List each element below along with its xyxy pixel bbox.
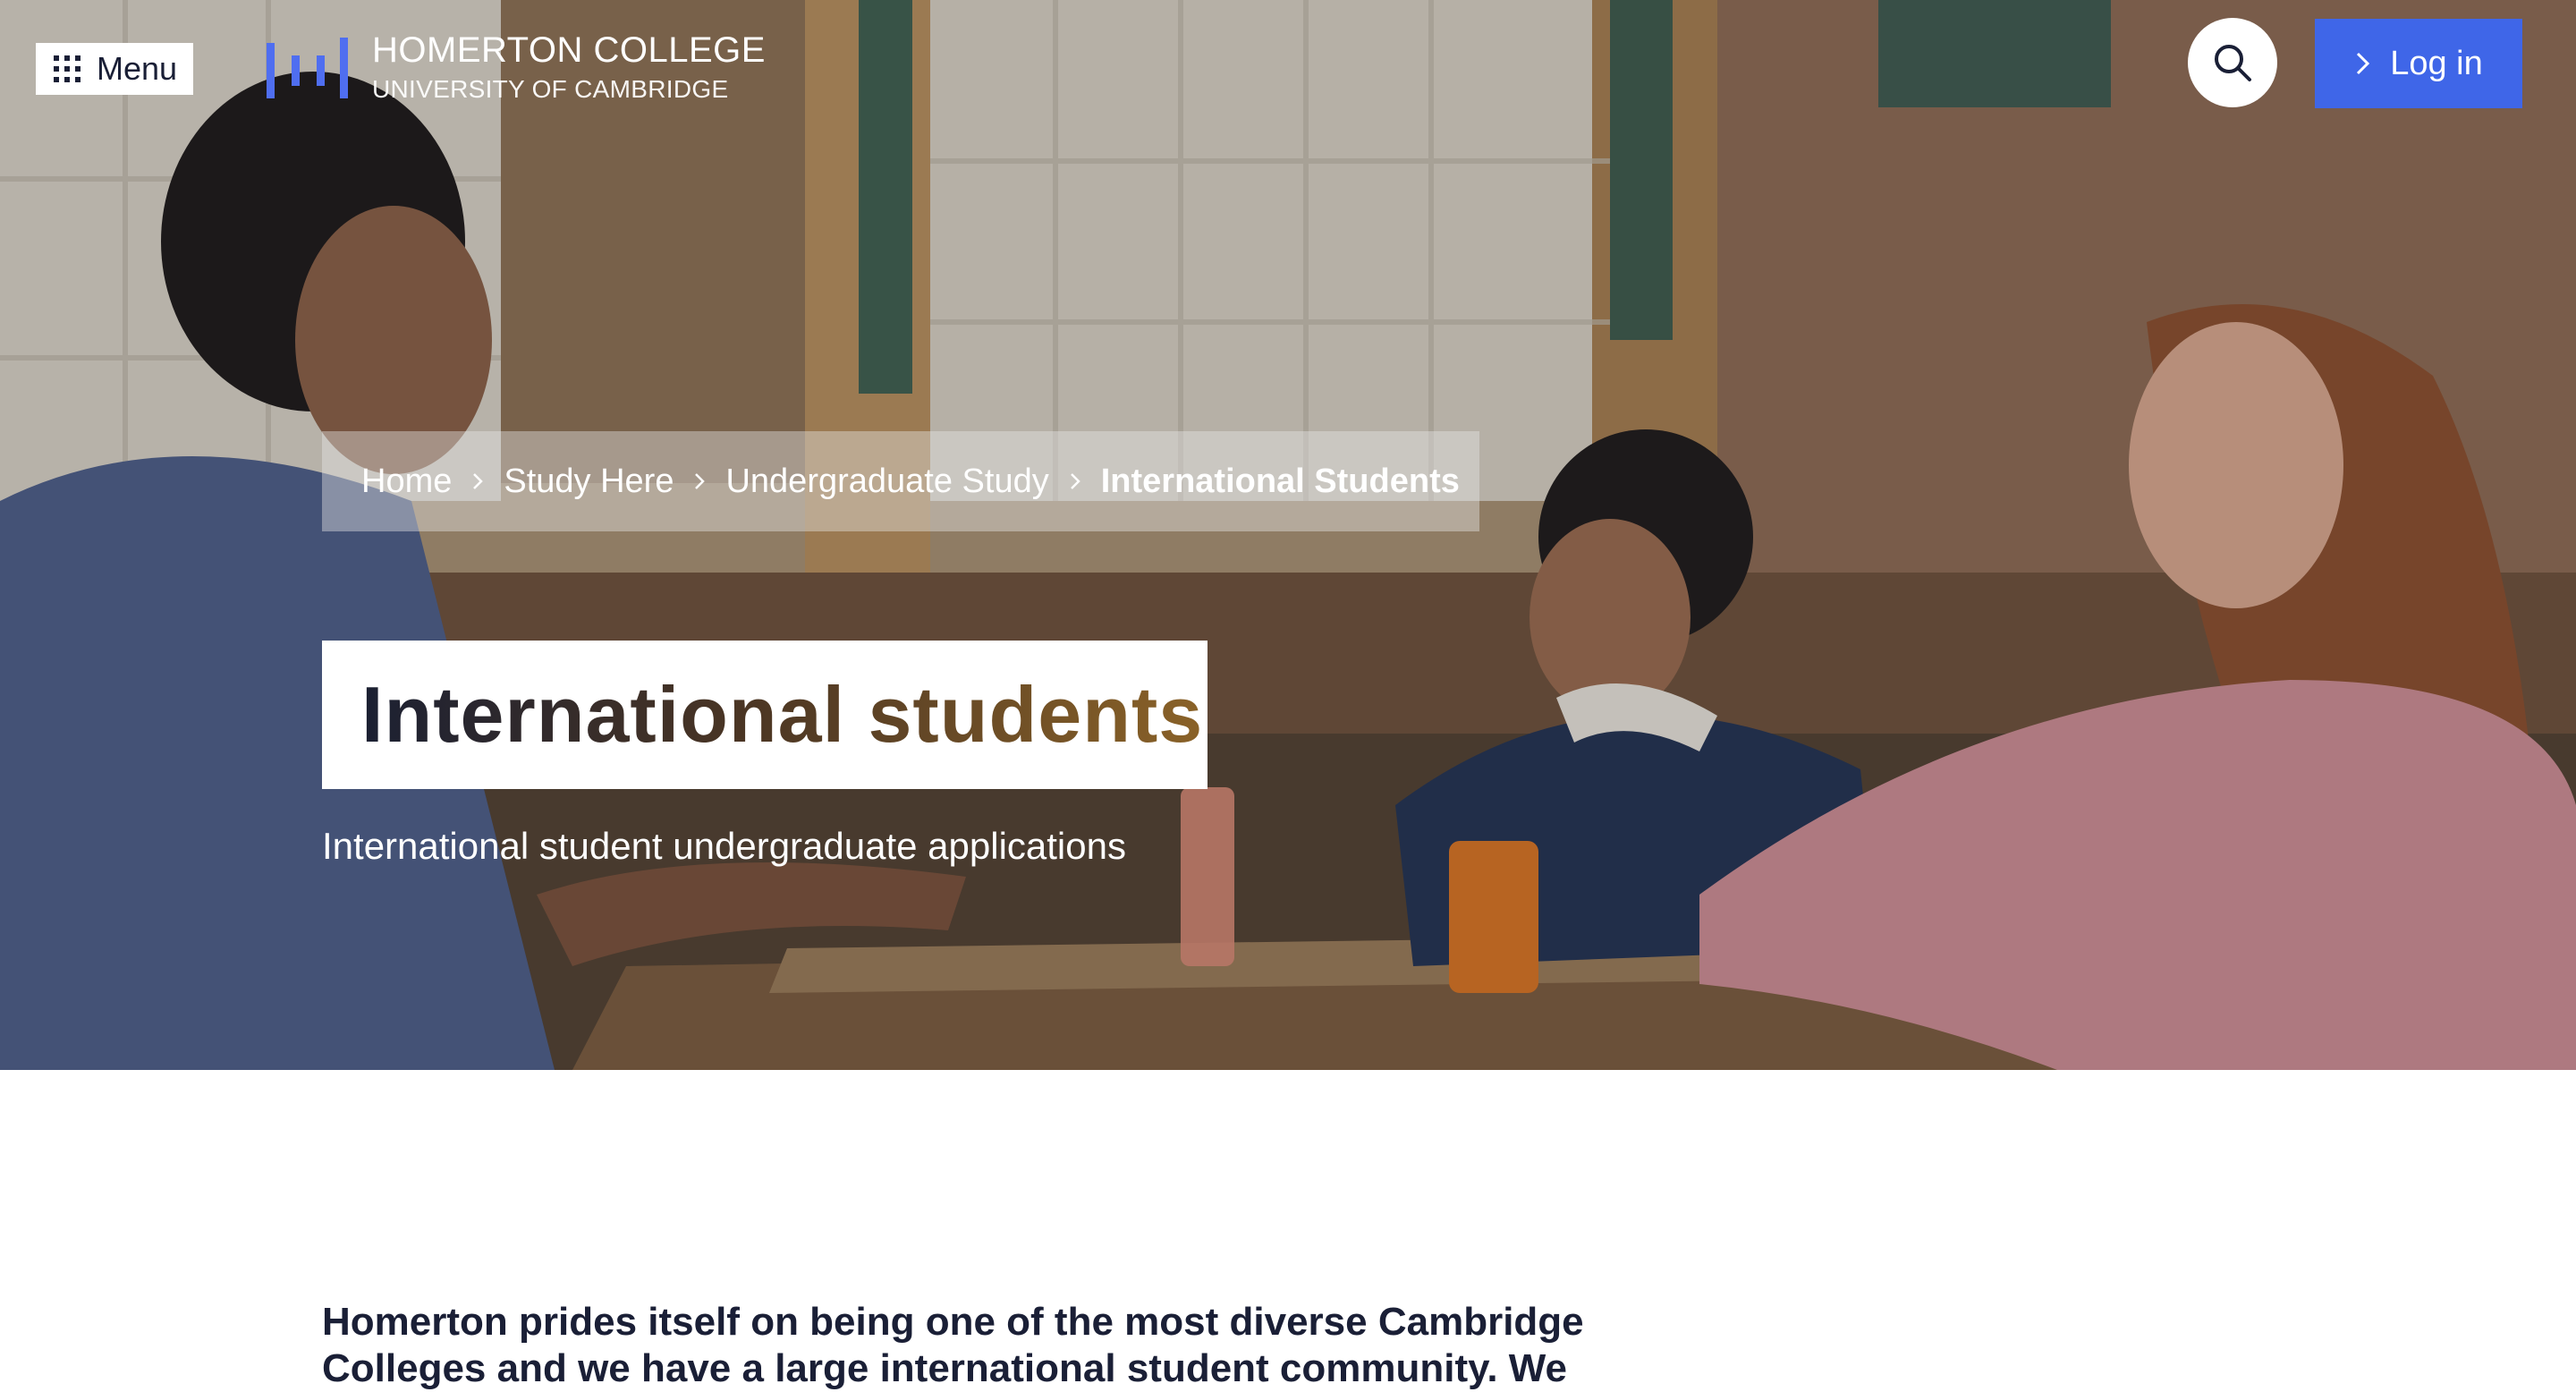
page-title-box: International students: [322, 641, 1208, 789]
menu-label: Menu: [97, 50, 178, 87]
chevron-right-icon: [471, 471, 484, 491]
search-icon: [2215, 45, 2251, 81]
intro-paragraph: Homerton prides itself on being one of t…: [322, 1300, 1584, 1390]
logo-title: HOMERTON COLLEGE: [372, 30, 766, 70]
chevron-right-icon: [2357, 52, 2370, 75]
breadcrumb-current: International Students: [1100, 462, 1460, 500]
breadcrumb: Home Study Here Undergraduate Study Inte…: [322, 431, 1479, 531]
login-button[interactable]: Log in: [2315, 19, 2522, 108]
breadcrumb-home[interactable]: Home: [361, 463, 452, 501]
breadcrumb-study-here[interactable]: Study Here: [504, 463, 674, 501]
grid-icon: [54, 55, 80, 82]
chevron-right-icon: [693, 471, 706, 491]
hero-photo: [0, 0, 2576, 1070]
login-label: Log in: [2390, 44, 2483, 82]
search-button[interactable]: [2188, 18, 2277, 107]
logo-icon: [267, 38, 349, 98]
hero-banner: Menu HOMERTON COLLEGE UNIVERSITY OF CAMB…: [0, 0, 2576, 1070]
college-logo[interactable]: HOMERTON COLLEGE UNIVERSITY OF CAMBRIDGE: [267, 32, 766, 104]
chevron-right-icon: [1069, 471, 1081, 491]
breadcrumb-undergraduate-study[interactable]: Undergraduate Study: [725, 463, 1048, 501]
page-title: International students: [361, 670, 1204, 759]
menu-button[interactable]: Menu: [36, 43, 193, 95]
page-subtitle: International student undergraduate appl…: [322, 825, 1126, 867]
logo-subtitle: UNIVERSITY OF CAMBRIDGE: [372, 75, 729, 103]
